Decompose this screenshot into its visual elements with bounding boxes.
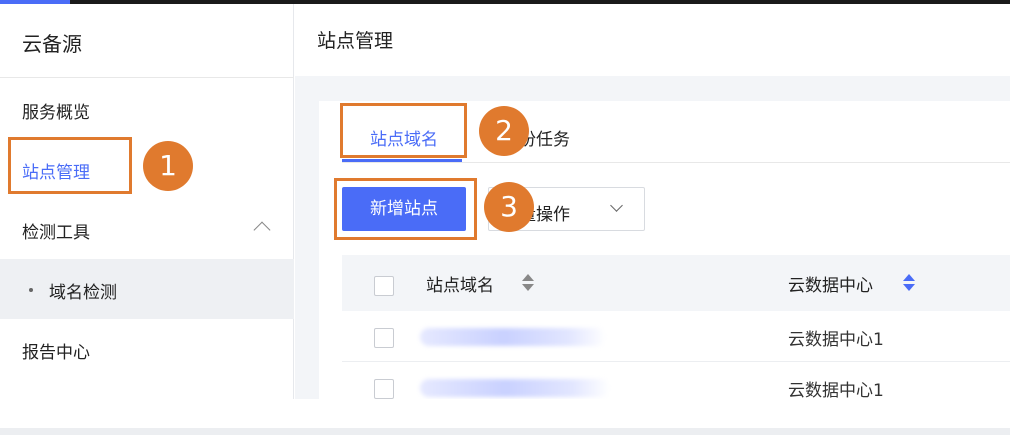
row-checkbox[interactable]	[374, 379, 394, 399]
brand-divider	[0, 77, 294, 78]
datacenter-cell: 云数据中心1	[788, 381, 884, 401]
sidebar-item-label: 报告中心	[22, 343, 90, 363]
row-checkbox[interactable]	[374, 328, 394, 348]
bullet-icon	[29, 288, 33, 292]
tab-bar-divider	[342, 162, 1010, 163]
sidebar-item-label: 检测工具	[22, 223, 90, 243]
app-title: 云备源	[22, 32, 82, 56]
annotation-badge-1: 1	[143, 141, 193, 191]
table-header: 站点域名 云数据中心	[342, 255, 1010, 311]
sidebar-item-domain-check[interactable]: 域名检测	[0, 259, 294, 319]
active-tab-indicator	[342, 159, 462, 162]
sidebar-item-label: 域名检测	[49, 283, 117, 303]
annotation-box-3	[334, 178, 477, 240]
sidebar: 云备源 服务概览 站点管理 检测工具 域名检测 报告中心	[0, 4, 294, 399]
annotation-badge-3: 3	[484, 182, 534, 232]
sidebar-item-detection-tools[interactable]: 检测工具	[0, 199, 294, 259]
chevron-up-icon[interactable]	[253, 221, 271, 239]
annotation-box-1	[8, 137, 132, 194]
sidebar-item-overview[interactable]: 服务概览	[0, 79, 294, 139]
select-all-checkbox[interactable]	[374, 276, 394, 296]
column-header-domain: 站点域名	[426, 276, 494, 296]
page-bottom-line	[0, 428, 1010, 435]
sidebar-item-label: 服务概览	[22, 103, 90, 123]
sort-icon[interactable]	[522, 274, 534, 292]
page-header: 站点管理	[295, 4, 1010, 76]
datacenter-cell: 云数据中心1	[788, 330, 884, 350]
site-domain-link[interactable]	[420, 379, 610, 397]
chevron-down-icon	[610, 199, 623, 212]
annotation-badge-2: 2	[479, 106, 529, 156]
site-domain-link[interactable]	[420, 328, 606, 346]
sidebar-item-report-center[interactable]: 报告中心	[0, 319, 294, 379]
sort-icon[interactable]	[903, 274, 915, 292]
page-title: 站点管理	[317, 30, 394, 52]
annotation-box-2	[340, 103, 467, 158]
table-row[interactable]: 云数据中心1	[342, 311, 1010, 362]
column-header-datacenter: 云数据中心	[788, 276, 873, 296]
